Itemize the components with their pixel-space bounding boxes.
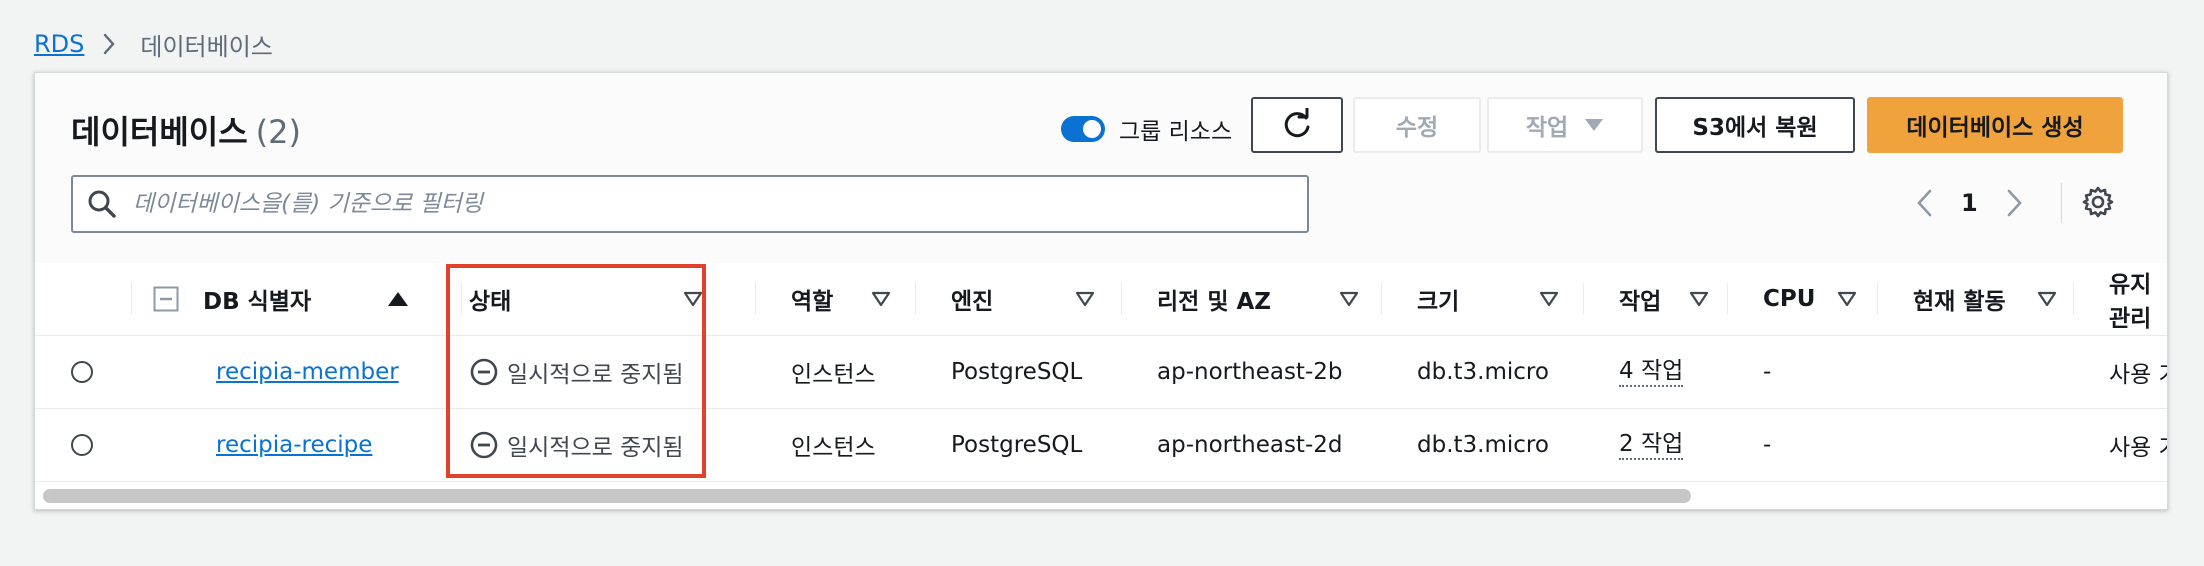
role-text: 인스턴스 [791,435,876,461]
search-icon [87,189,117,219]
column-divider [1877,283,1878,315]
table-row[interactable]: recipia-member 일시적으로 중지됨 인스턴스 PostgreSQL… [35,336,2167,409]
column-role[interactable]: 역할 [791,263,899,335]
db-identifier-link[interactable]: recipia-recipe [216,432,372,458]
chevron-right-icon[interactable] [2006,188,2024,218]
sort-icon [2037,291,2057,307]
status-column-highlight [446,264,706,478]
size-text: db.t3.micro [1417,432,1549,458]
column-region-az-label: 리전 및 AZ [1157,289,1271,315]
region-az-text: ap-northeast-2d [1157,432,1343,458]
column-region-az[interactable]: 리전 및 AZ [1157,263,1367,335]
region-az-text: ap-northeast-2b [1157,359,1343,385]
column-divider [1121,283,1122,315]
actions-count[interactable]: 4 작업 [1619,357,1684,387]
restore-button-label: S3에서 복원 [1692,115,1818,141]
group-resources-label: 그룹 리소스 [1119,119,1233,145]
actions-count[interactable]: 2 작업 [1619,430,1684,460]
column-role-label: 역할 [791,289,834,315]
sort-icon [1837,291,1857,307]
maintenance-text: 사용 가능 [2109,435,2167,461]
pagination: 1 [1915,177,2024,229]
db-identifier-link[interactable]: recipia-member [216,359,399,385]
row-select-radio[interactable] [71,434,93,456]
actions-button-label: 작업 [1525,115,1569,141]
gear-icon[interactable] [2081,185,2115,219]
panel-header: 데이터베이스 (2) 그룹 리소스 수정 작업 S3에서 복원 데이터베이스 생성 [35,73,2167,263]
actions-dropdown-button[interactable]: 작업 [1487,97,1643,153]
column-divider [2073,283,2074,315]
column-size-label: 크기 [1417,289,1460,315]
caret-down-icon [1584,118,1604,132]
toggle-knob [1083,120,1101,138]
column-divider [755,283,756,315]
maintenance-text: 사용 가능 [2109,362,2167,388]
column-divider [131,283,132,315]
engine-text: PostgreSQL [951,432,1083,458]
edit-button-label: 수정 [1395,115,1439,141]
horizontal-scrollbar-thumb[interactable] [43,489,1691,503]
column-actions-label: 작업 [1619,289,1662,315]
column-current-activity[interactable]: 현재 활동 [1913,263,2063,335]
collapse-icon[interactable] [153,263,179,335]
column-actions[interactable]: 작업 [1619,263,1719,335]
size-text: db.t3.micro [1417,359,1549,385]
breadcrumb-rds-link[interactable]: RDS [34,30,84,58]
title-count: (2) [255,113,301,151]
table-row[interactable]: recipia-recipe 일시적으로 중지됨 인스턴스 PostgreSQL… [35,409,2167,482]
page-title: 데이터베이스 (2) [71,107,301,153]
column-engine[interactable]: 엔진 [951,263,1101,335]
chevron-left-icon[interactable] [1915,188,1933,218]
current-page[interactable]: 1 [1961,189,1978,217]
pager-divider [2061,183,2062,223]
column-divider [915,283,916,315]
column-divider [1583,283,1584,315]
create-button-label: 데이터베이스 생성 [1906,115,2084,141]
databases-panel: 데이터베이스 (2) 그룹 리소스 수정 작업 S3에서 복원 데이터베이스 생성 [34,72,2168,510]
title-text: 데이터베이스 [71,113,248,151]
breadcrumb-current: 데이터베이스 [140,32,273,61]
column-engine-label: 엔진 [951,289,994,315]
refresh-button[interactable] [1251,97,1343,153]
cpu-text: - [1763,359,1772,385]
role-text: 인스턴스 [791,362,876,388]
engine-text: PostgreSQL [951,359,1083,385]
column-maintenance[interactable]: 유지 관리 [2109,263,2167,335]
create-database-button[interactable]: 데이터베이스 생성 [1867,97,2123,153]
column-current-activity-label: 현재 활동 [1913,289,2006,315]
column-db-identifier-label: DB 식별자 [203,289,312,315]
refresh-icon [1280,108,1314,142]
sort-icon [1539,291,1559,307]
sort-icon [1075,291,1095,307]
edit-button[interactable]: 수정 [1353,97,1481,153]
column-divider [1727,283,1728,315]
column-divider [1381,283,1382,315]
column-maintenance-label: 유지 관리 [2109,272,2152,332]
sort-icon [1689,291,1709,307]
filter-search-box[interactable] [71,175,1309,233]
sort-icon [1339,291,1359,307]
cpu-text: - [1763,432,1772,458]
sort-icon [871,291,891,307]
toggle-switch[interactable] [1061,116,1105,142]
column-size[interactable]: 크기 [1417,263,1559,335]
breadcrumb: RDS 데이터베이스 [34,26,273,62]
chevron-right-icon [102,33,116,55]
column-cpu[interactable]: CPU [1763,263,1873,335]
group-resources-toggle[interactable]: 그룹 리소스 [1061,107,1232,151]
restore-from-s3-button[interactable]: S3에서 복원 [1655,97,1855,153]
table-header: DB 식별자 상태 역할 엔진 리전 및 AZ 크기 작업 CPU 현재 활동 … [35,263,2167,336]
column-db-identifier[interactable]: DB 식별자 [203,263,443,335]
row-select-radio[interactable] [71,361,93,383]
column-cpu-label: CPU [1763,286,1816,312]
sort-ascending-icon [387,291,409,307]
filter-input[interactable] [131,190,1235,218]
